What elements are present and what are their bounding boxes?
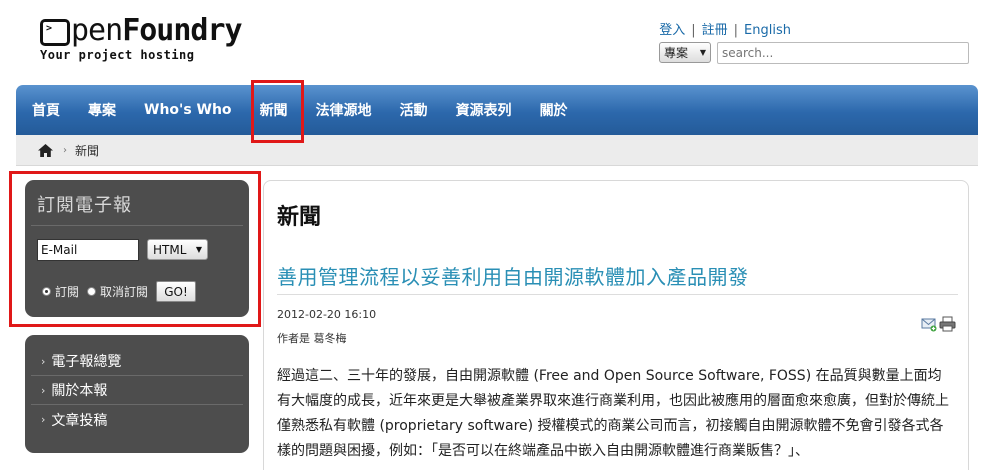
- newsletter-links-panel: › 電子報總覽 › 關於本報 › 文章投稿: [25, 335, 249, 453]
- breadcrumb: › 新聞: [16, 135, 978, 166]
- sidebar-item-overview[interactable]: › 電子報總覽: [31, 347, 243, 376]
- english-link[interactable]: English: [744, 23, 791, 38]
- nav-item-events[interactable]: 活動: [400, 100, 428, 120]
- logo-tagline: Your project hosting: [40, 48, 195, 62]
- page-title: 新聞: [277, 205, 322, 230]
- logo-open-text: pen: [71, 13, 123, 48]
- search-bar: 專案 ▼: [659, 42, 969, 64]
- chevron-right-icon: ›: [41, 413, 46, 426]
- register-link[interactable]: 註冊: [702, 23, 728, 38]
- main-content: 新聞 善用管理流程以妥善利用自由開源軟體加入產品開發 2012-02-20 16…: [263, 180, 969, 470]
- divider: [277, 294, 958, 295]
- separator: |: [733, 23, 739, 38]
- chevron-right-icon: ›: [41, 354, 46, 368]
- logo-foundry-text: Foundry: [122, 13, 242, 48]
- nav-item-whos-who[interactable]: Who's Who: [144, 102, 232, 118]
- top-links: 登入 | 註冊 | English: [659, 19, 791, 38]
- sidebar-item-about[interactable]: › 關於本報: [31, 376, 243, 405]
- nav-item-projects[interactable]: 專案: [88, 100, 116, 120]
- nav-item-resources[interactable]: 資源表列: [456, 100, 512, 120]
- nav-item-legal[interactable]: 法律源地: [316, 100, 372, 120]
- highlight-box-subscribe: [9, 171, 261, 327]
- highlight-box-news: [251, 80, 304, 143]
- logo[interactable]: > pen Foundry Your project hosting: [40, 12, 243, 62]
- article-date: 2012-02-20 16:10: [277, 308, 377, 321]
- article-paragraph: 經過這二、三十年的發展，自由開源軟體 (Free and Open Source…: [277, 368, 949, 459]
- nav-item-about[interactable]: 關於: [540, 100, 568, 120]
- login-link[interactable]: 登入: [659, 23, 685, 38]
- dropdown-arrow-icon: ▼: [699, 48, 706, 57]
- article-actions: [921, 316, 956, 332]
- chevron-right-icon: ›: [41, 383, 46, 397]
- article-body: 經過這二、三十年的發展，自由開源軟體 (Free and Open Source…: [277, 364, 953, 464]
- search-scope-select[interactable]: 專案 ▼: [659, 42, 711, 63]
- terminal-icon: >: [40, 19, 70, 46]
- sidebar-item-submit[interactable]: › 文章投稿: [31, 405, 243, 434]
- search-input[interactable]: [717, 42, 969, 64]
- main-nav: 首頁 專案 Who's Who 新聞 法律源地 活動 資源表列 關於: [16, 85, 978, 135]
- nav-item-home[interactable]: 首頁: [32, 100, 60, 120]
- search-scope-value: 專案: [664, 46, 689, 60]
- home-icon[interactable]: [38, 143, 53, 157]
- breadcrumb-current: 新聞: [75, 143, 100, 158]
- print-icon[interactable]: [939, 316, 956, 332]
- email-share-icon[interactable]: [921, 316, 937, 332]
- article-title-link[interactable]: 善用管理流程以妥善利用自由開源軟體加入產品開發: [277, 261, 749, 290]
- separator: |: [691, 23, 696, 38]
- breadcrumb-chevron-icon: ›: [63, 144, 67, 156]
- article-author: 作者是 葛冬梅: [277, 332, 347, 345]
